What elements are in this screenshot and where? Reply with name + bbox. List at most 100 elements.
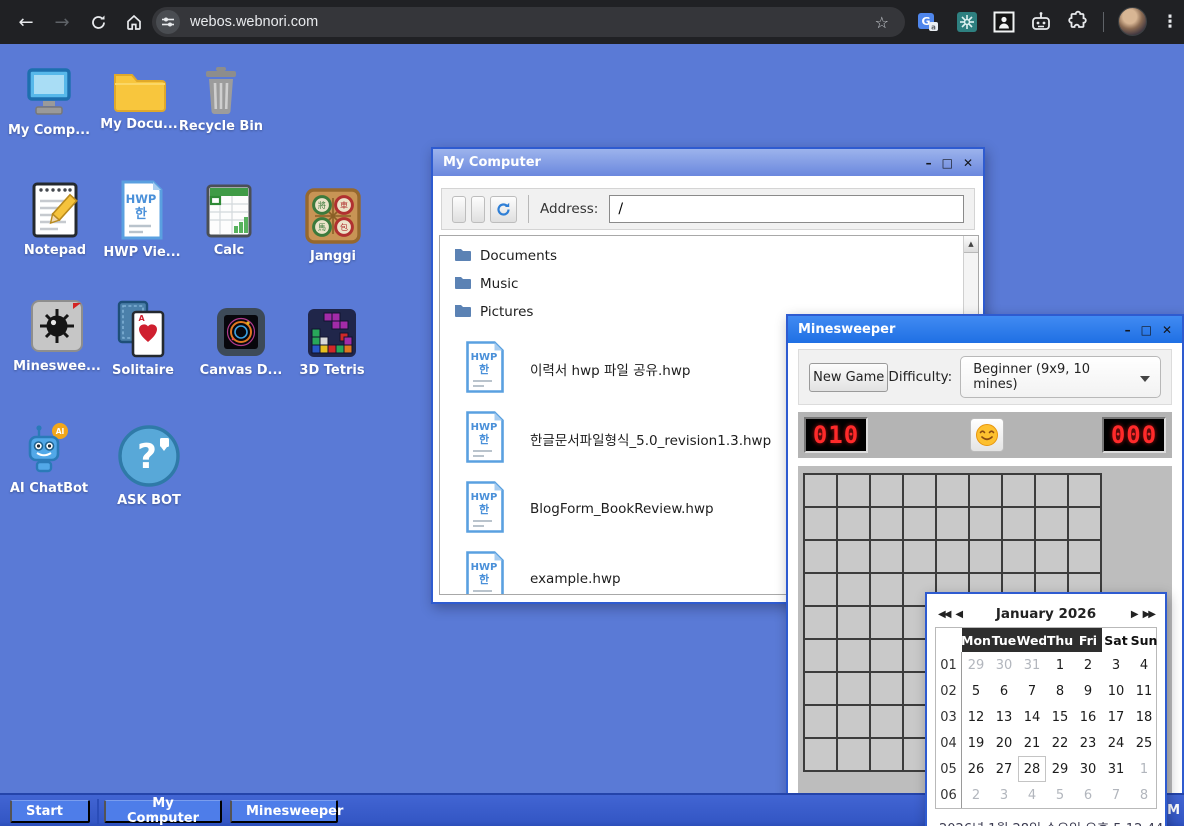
- desktop[interactable]: My Comp...My Docu...Recycle BinNotepadHW…: [0, 44, 1184, 826]
- calendar-day[interactable]: 5: [962, 678, 990, 704]
- desktop-icon-mine[interactable]: Mineswee...: [14, 298, 100, 374]
- mine-cell[interactable]: [871, 673, 902, 704]
- calendar-day[interactable]: 30: [990, 652, 1018, 678]
- next-month-icon[interactable]: ▶: [1128, 609, 1140, 620]
- calendar-day[interactable]: 10: [1102, 678, 1130, 704]
- start-button[interactable]: Start: [10, 800, 90, 823]
- folder-row[interactable]: Music: [440, 270, 978, 298]
- mine-cell[interactable]: [838, 574, 869, 605]
- maximize-icon[interactable]: □: [1141, 324, 1152, 336]
- calendar-day[interactable]: 15: [1046, 704, 1074, 730]
- calendar-day[interactable]: 4: [1018, 782, 1046, 808]
- browser-menu-icon[interactable]: ⋮: [1158, 8, 1182, 36]
- mine-cell[interactable]: [970, 475, 1001, 506]
- calendar-day[interactable]: 6: [1074, 782, 1102, 808]
- desktop-icon-calc[interactable]: Calc: [186, 184, 272, 258]
- calendar-day[interactable]: 23: [1074, 730, 1102, 756]
- mine-cell[interactable]: [871, 706, 902, 737]
- mine-cell[interactable]: [871, 640, 902, 671]
- mine-cell[interactable]: [937, 475, 968, 506]
- calendar-day[interactable]: 13: [990, 704, 1018, 730]
- mine-cell[interactable]: [970, 541, 1001, 572]
- mine-cell[interactable]: [838, 508, 869, 539]
- calendar-day[interactable]: 25: [1130, 730, 1158, 756]
- mine-cell[interactable]: [871, 739, 902, 770]
- close-icon[interactable]: ✕: [1162, 324, 1172, 336]
- desktop-icon-notepad[interactable]: Notepad: [12, 180, 98, 258]
- mine-cell[interactable]: [805, 640, 836, 671]
- mine-cell[interactable]: [838, 673, 869, 704]
- desktop-icon-canvas[interactable]: Canvas D...: [198, 306, 284, 378]
- reload-icon[interactable]: [84, 8, 112, 36]
- calendar-day[interactable]: 29: [962, 652, 990, 678]
- calendar-day[interactable]: 16: [1074, 704, 1102, 730]
- calendar-day[interactable]: 27: [990, 756, 1018, 782]
- robot-extension-icon[interactable]: [1028, 9, 1054, 35]
- back-nav-button[interactable]: [452, 196, 466, 223]
- mine-cell[interactable]: [1069, 541, 1100, 572]
- calendar-day[interactable]: 8: [1130, 782, 1158, 808]
- calendar-day[interactable]: 17: [1102, 704, 1130, 730]
- mine-cell[interactable]: [805, 508, 836, 539]
- next-year-icon[interactable]: ▶▶: [1140, 609, 1157, 620]
- mine-cell[interactable]: [838, 541, 869, 572]
- calendar-day[interactable]: 2: [1074, 652, 1102, 678]
- mine-cell[interactable]: [871, 541, 902, 572]
- mine-cell[interactable]: [1003, 541, 1034, 572]
- calendar-day[interactable]: 3: [1102, 652, 1130, 678]
- taskbar-button-minesweeper[interactable]: Minesweeper: [230, 800, 338, 823]
- close-icon[interactable]: ✕: [963, 157, 973, 169]
- address-bar[interactable]: webos.webnori.com ☆: [152, 7, 905, 37]
- calendar-day[interactable]: 5: [1046, 782, 1074, 808]
- mine-cell[interactable]: [805, 574, 836, 605]
- mine-cell[interactable]: [838, 739, 869, 770]
- mine-cell[interactable]: [904, 508, 935, 539]
- mine-cell[interactable]: [1069, 508, 1100, 539]
- calendar-day[interactable]: 24: [1102, 730, 1130, 756]
- mine-cell[interactable]: [838, 607, 869, 638]
- forward-nav-button[interactable]: [471, 196, 485, 223]
- calendar-day[interactable]: 12: [962, 704, 990, 730]
- folder-row[interactable]: Documents: [440, 242, 978, 270]
- calendar-day[interactable]: 9: [1074, 678, 1102, 704]
- mine-cell[interactable]: [937, 508, 968, 539]
- taskbar-button-my-computer[interactable]: My Computer: [104, 800, 222, 823]
- mine-cell[interactable]: [805, 541, 836, 572]
- calendar-day[interactable]: 19: [962, 730, 990, 756]
- profile-avatar[interactable]: [1118, 7, 1147, 36]
- mine-cell[interactable]: [1036, 541, 1067, 572]
- new-game-button[interactable]: New Game: [809, 363, 888, 392]
- calendar-day[interactable]: 11: [1130, 678, 1158, 704]
- difficulty-select[interactable]: Beginner (9x9, 10 mines): [960, 356, 1161, 398]
- url-text[interactable]: webos.webnori.com: [190, 14, 875, 30]
- maximize-icon[interactable]: □: [942, 157, 953, 169]
- calendar-day[interactable]: 1: [1130, 756, 1158, 782]
- bookmark-star-icon[interactable]: ☆: [875, 13, 889, 32]
- calendar-day[interactable]: 22: [1046, 730, 1074, 756]
- calendar-day[interactable]: 31: [1102, 756, 1130, 782]
- calendar-day[interactable]: 30: [1074, 756, 1102, 782]
- mine-cell[interactable]: [871, 607, 902, 638]
- mine-cell[interactable]: [805, 475, 836, 506]
- calendar-day[interactable]: 7: [1018, 678, 1046, 704]
- mine-cell[interactable]: [871, 574, 902, 605]
- calendar-day[interactable]: 21: [1018, 730, 1046, 756]
- mine-cell[interactable]: [1036, 475, 1067, 506]
- desktop-icon-solitaire[interactable]: ASolitaire: [100, 300, 186, 378]
- mine-cell[interactable]: [805, 706, 836, 737]
- my-computer-titlebar[interactable]: My Computer – □ ✕: [433, 149, 983, 176]
- prev-year-icon[interactable]: ◀◀: [935, 609, 952, 620]
- teal-extension-icon[interactable]: [954, 9, 980, 35]
- mine-cell[interactable]: [904, 475, 935, 506]
- refresh-button[interactable]: [490, 196, 517, 223]
- site-settings-icon[interactable]: [156, 10, 180, 34]
- mine-cell[interactable]: [838, 475, 869, 506]
- calendar-day[interactable]: 29: [1046, 756, 1074, 782]
- mine-cell[interactable]: [805, 607, 836, 638]
- calendar-day[interactable]: 26: [962, 756, 990, 782]
- smiley-face-button[interactable]: [970, 418, 1004, 452]
- forward-icon[interactable]: →: [48, 8, 76, 36]
- back-icon[interactable]: ←: [12, 8, 40, 36]
- desktop-icon-trash[interactable]: Recycle Bin: [178, 66, 264, 134]
- calendar-day[interactable]: 8: [1046, 678, 1074, 704]
